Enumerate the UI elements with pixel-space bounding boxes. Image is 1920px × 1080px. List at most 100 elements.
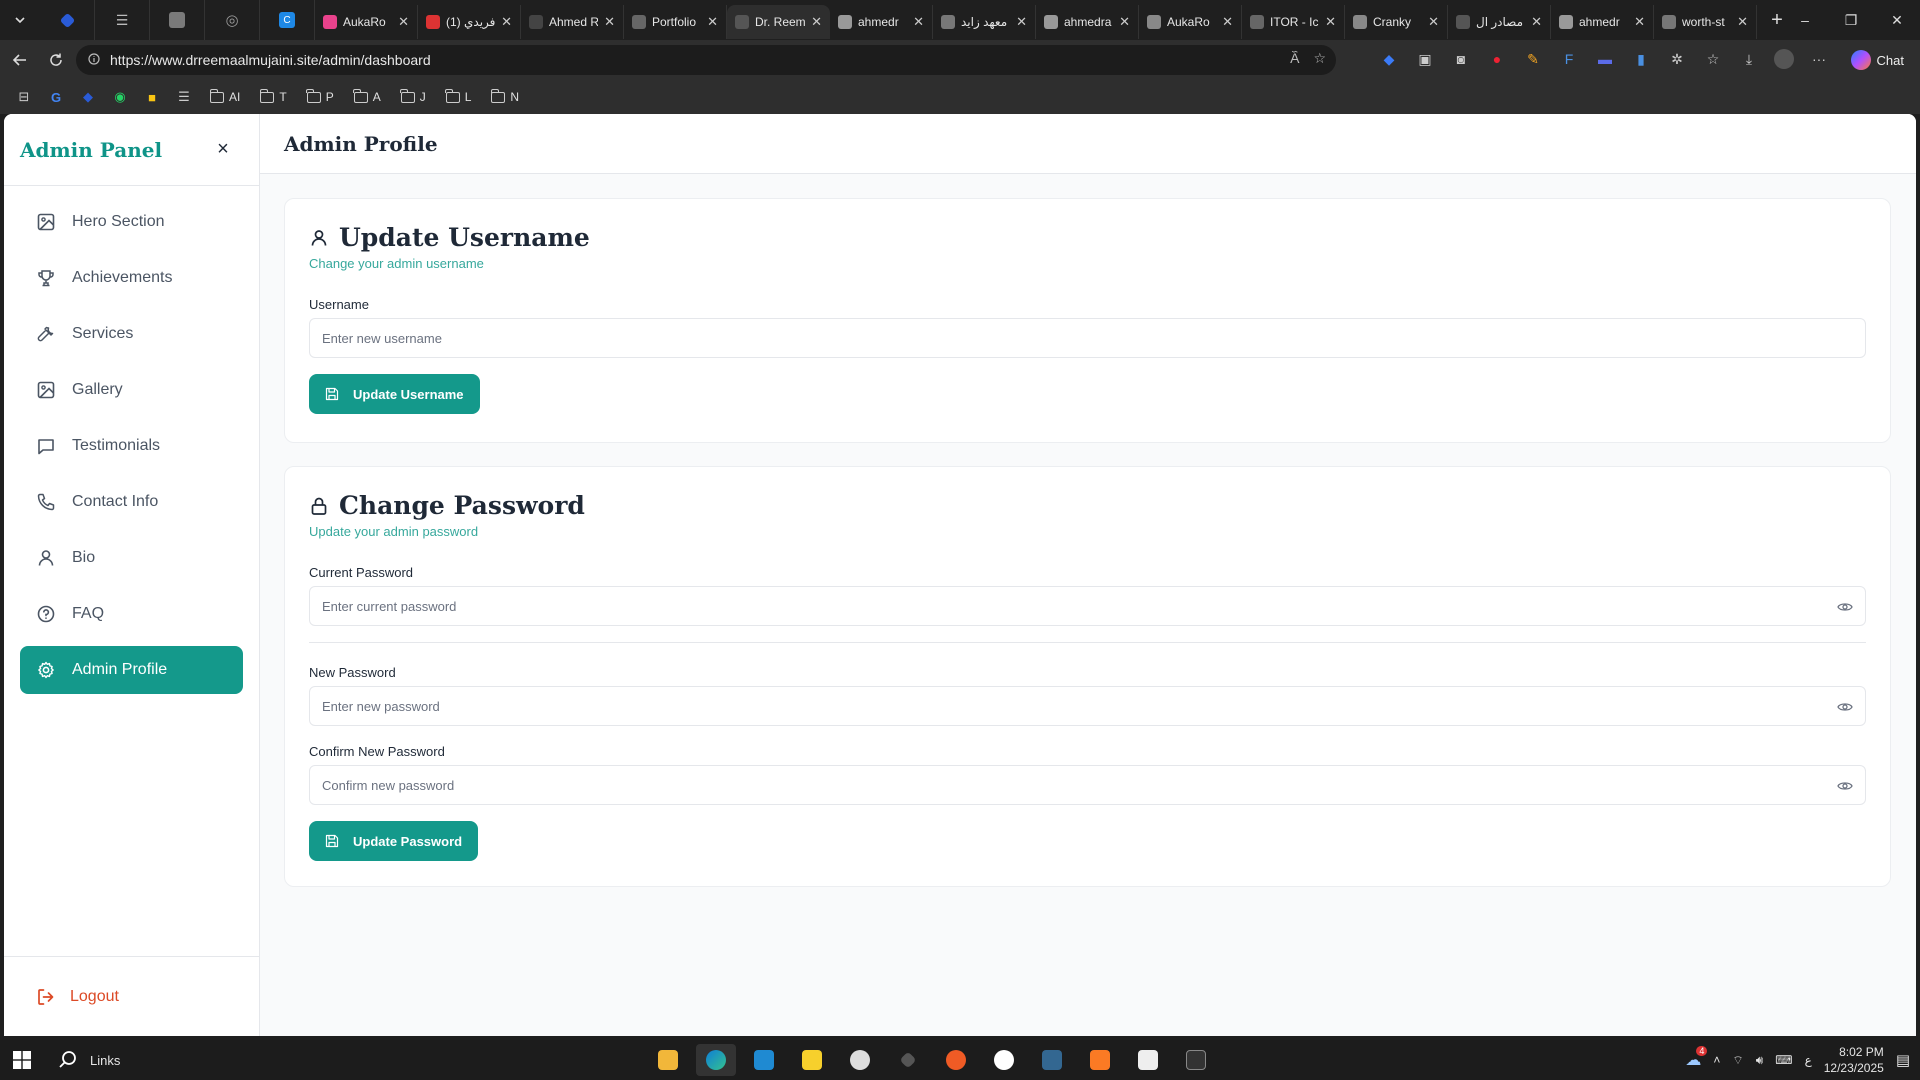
- bookmark-folder[interactable]: AI: [202, 84, 248, 110]
- close-tab-icon[interactable]: ✕: [707, 14, 718, 30]
- extension-red-icon[interactable]: ●: [1486, 48, 1508, 70]
- terminal-icon[interactable]: [1176, 1044, 1216, 1076]
- sidebar-item-hero-section[interactable]: Hero Section: [20, 198, 243, 246]
- downloads-icon[interactable]: ⤓: [1738, 48, 1760, 70]
- sticky-notes-icon[interactable]: [792, 1044, 832, 1076]
- browser-tab[interactable]: ITOR - Ic ✕: [1242, 5, 1345, 39]
- extension-window-icon[interactable]: ▣: [1414, 48, 1436, 70]
- favorites-icon[interactable]: ☆: [1702, 48, 1724, 70]
- app-diamond-icon[interactable]: [888, 1044, 928, 1076]
- browser-tab[interactable]: Dr. Reem ✕: [727, 5, 830, 39]
- close-tab-icon[interactable]: ✕: [1428, 14, 1439, 30]
- restore-icon[interactable]: ❐: [1828, 0, 1874, 40]
- logout-button[interactable]: Logout: [4, 956, 259, 1036]
- browser-tab[interactable]: ahmedra ✕: [1036, 5, 1139, 39]
- extension-screen-icon[interactable]: ◙: [1450, 48, 1472, 70]
- extensions-puzzle-icon[interactable]: ✲: [1666, 48, 1688, 70]
- update-username-button[interactable]: Update Username: [309, 374, 480, 414]
- extension-pen-icon[interactable]: ✎: [1522, 48, 1544, 70]
- close-tab-icon[interactable]: ✕: [398, 14, 409, 30]
- bookmark-folder[interactable]: P: [299, 84, 342, 110]
- pinned-tab-4[interactable]: ◎: [205, 0, 260, 40]
- close-tab-icon[interactable]: ✕: [1634, 14, 1645, 30]
- username-input[interactable]: [322, 330, 1802, 346]
- sidebar-item-testimonials[interactable]: Testimonials: [20, 422, 243, 470]
- browser-tab[interactable]: AukaRo ✕: [315, 5, 418, 39]
- close-tab-icon[interactable]: ✕: [1119, 14, 1130, 30]
- close-tab-icon[interactable]: ✕: [1016, 14, 1027, 30]
- close-tab-icon[interactable]: ✕: [913, 14, 924, 30]
- google-icon[interactable]: G: [42, 84, 70, 110]
- bookmark-folder[interactable]: L: [438, 84, 480, 110]
- current-password-input[interactable]: [322, 598, 1802, 614]
- sidebar-item-admin-profile[interactable]: Admin Profile: [20, 646, 243, 694]
- browser-tab[interactable]: Portfolio ✕: [624, 5, 727, 39]
- volume-icon[interactable]: 🔊︎: [1756, 1053, 1764, 1068]
- edge-icon[interactable]: [696, 1044, 736, 1076]
- android-icon[interactable]: [1128, 1044, 1168, 1076]
- browser-tab[interactable]: (1) فريدي ✕: [418, 5, 521, 39]
- eye-icon[interactable]: [1837, 599, 1853, 615]
- pinned-tab-2[interactable]: ☰: [95, 0, 150, 40]
- close-tab-icon[interactable]: ✕: [1222, 14, 1233, 30]
- browser-tab[interactable]: worth-st ✕: [1654, 5, 1757, 39]
- sidebar-item-gallery[interactable]: Gallery: [20, 366, 243, 414]
- sidebar-item-faq[interactable]: FAQ: [20, 590, 243, 638]
- extension-diamond-icon[interactable]: ◆: [1378, 48, 1400, 70]
- new-password-input[interactable]: [322, 698, 1802, 714]
- close-tab-icon[interactable]: ✕: [1325, 14, 1336, 30]
- url-bar[interactable]: https://www.drreemaalmujaini.site/admin/…: [76, 45, 1336, 75]
- browser-tab[interactable]: AukaRo ✕: [1139, 5, 1242, 39]
- sidebar-item-services[interactable]: Services: [20, 310, 243, 358]
- chevron-up-icon[interactable]: ˄: [1713, 1053, 1720, 1067]
- browser-tab[interactable]: معهد زايد ✕: [933, 5, 1036, 39]
- bookmark-folder[interactable]: T: [252, 84, 294, 110]
- bookmark-folder[interactable]: N: [483, 84, 527, 110]
- diamond-bookmark-icon[interactable]: ◆: [74, 84, 102, 110]
- eye-icon[interactable]: [1837, 778, 1853, 794]
- postgres-icon[interactable]: [1032, 1044, 1072, 1076]
- close-sidebar-icon[interactable]: ×: [213, 138, 233, 161]
- close-window-icon[interactable]: ✕: [1874, 0, 1920, 40]
- close-tab-icon[interactable]: ✕: [501, 14, 512, 30]
- close-tab-icon[interactable]: ✕: [1737, 14, 1748, 30]
- list-bookmark-icon[interactable]: ☰: [170, 84, 198, 110]
- keep-bookmark-icon[interactable]: ■: [138, 84, 166, 110]
- notifications-icon[interactable]: ▤: [1896, 1051, 1910, 1069]
- close-tab-icon[interactable]: ✕: [811, 14, 822, 30]
- back-button[interactable]: [2, 42, 38, 78]
- wifi-icon[interactable]: ⌔: [1732, 1053, 1743, 1068]
- minimize-icon[interactable]: –: [1782, 0, 1828, 40]
- bookmark-folder[interactable]: J: [393, 84, 434, 110]
- pinned-tab-5[interactable]: C: [260, 0, 315, 40]
- tab-actions-menu-button[interactable]: [0, 0, 40, 40]
- close-tab-icon[interactable]: ✕: [1531, 14, 1542, 30]
- taskbar-search[interactable]: Links: [44, 1050, 120, 1070]
- current-password-field[interactable]: [309, 586, 1866, 626]
- weather-icon[interactable]: ☁ 4: [1685, 1046, 1708, 1070]
- more-options-icon[interactable]: ···: [1808, 48, 1830, 70]
- favorite-star-icon[interactable]: ☆: [1313, 50, 1326, 67]
- extension-badge-icon[interactable]: ▬: [1594, 48, 1616, 70]
- sidebar-item-bio[interactable]: Bio: [20, 534, 243, 582]
- confirm-password-input[interactable]: [322, 777, 1802, 793]
- bookmark-folder[interactable]: A: [346, 84, 389, 110]
- sidebar-item-achievements[interactable]: Achievements: [20, 254, 243, 302]
- pinned-tab-1[interactable]: [40, 0, 95, 40]
- refresh-button[interactable]: [38, 42, 74, 78]
- read-aloud-icon[interactable]: A᷈: [1290, 50, 1299, 67]
- start-button[interactable]: [0, 1040, 44, 1080]
- browser-tab[interactable]: مصادر ال ✕: [1448, 5, 1551, 39]
- sidebar-item-contact-info[interactable]: Contact Info: [20, 478, 243, 526]
- extension-doc-icon[interactable]: ▮: [1630, 48, 1652, 70]
- language-indicator[interactable]: ع: [1805, 1053, 1812, 1067]
- confirm-password-field[interactable]: [309, 765, 1866, 805]
- new-password-field[interactable]: [309, 686, 1866, 726]
- file-explorer-icon[interactable]: [648, 1044, 688, 1076]
- profile-avatar-icon[interactable]: [1774, 49, 1794, 69]
- update-password-button[interactable]: Update Password: [309, 821, 479, 861]
- site-info-icon[interactable]: [88, 52, 100, 68]
- bookmark-app-icon[interactable]: ⊟: [10, 84, 38, 110]
- xampp-icon[interactable]: [1080, 1044, 1120, 1076]
- browser-tab[interactable]: Ahmed R ✕: [521, 5, 624, 39]
